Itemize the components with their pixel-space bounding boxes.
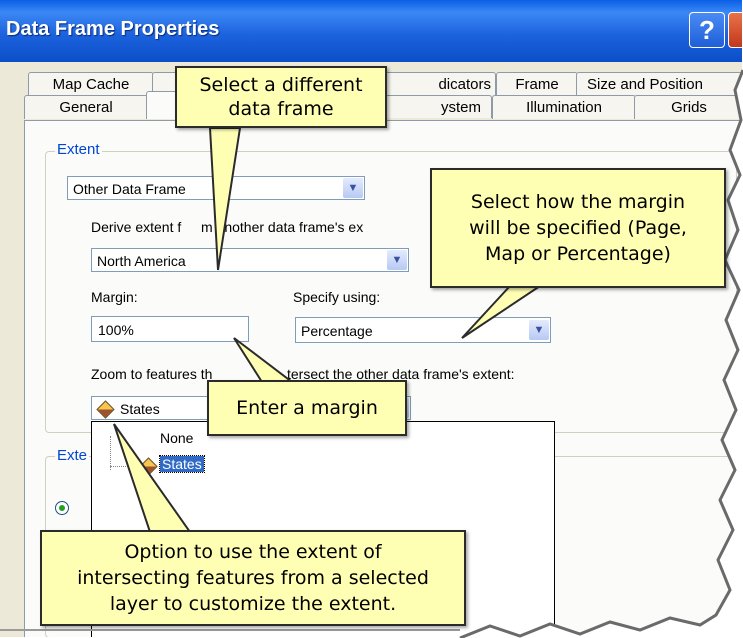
- tree-line: [110, 436, 112, 470]
- chevron-down-icon[interactable]: ▼: [343, 178, 363, 198]
- derive-extent-label-head: Derive extent f: [91, 219, 182, 235]
- layer-select-value: States: [120, 401, 160, 417]
- source-frame-select[interactable]: North America ▼: [91, 248, 409, 272]
- tab-general[interactable]: General: [24, 95, 148, 119]
- callout-margin-specification: Select how the margin will be specified …: [430, 168, 726, 288]
- specify-using-select[interactable]: Percentage ▼: [295, 317, 551, 343]
- tab-grids[interactable]: Grids: [634, 95, 742, 119]
- tab-frame[interactable]: Frame: [496, 72, 578, 96]
- specify-using-value: Percentage: [301, 323, 373, 339]
- callout-line: Option to use the extent of: [124, 541, 382, 563]
- window-title: Data Frame Properties: [6, 18, 220, 40]
- callout-select-data-frame: Select a different data frame: [175, 66, 387, 128]
- help-icon[interactable]: ?: [689, 12, 725, 48]
- extent-type-select[interactable]: Other Data Frame ▼: [67, 176, 365, 200]
- callout-line: Map or Percentage): [485, 243, 671, 265]
- derive-extent-label-tail: m another data frame's ex: [201, 219, 364, 235]
- extent-bounds-group-label: Exte: [55, 447, 90, 464]
- callout-line: Select a different: [199, 74, 363, 96]
- zoom-features-label-head: Zoom to features th: [91, 366, 213, 382]
- callout-line: intersecting features from a selected: [77, 567, 429, 589]
- title-bar: Data Frame Properties ?: [0, 0, 742, 62]
- callout-intersecting-features: Option to use the extent of intersecting…: [40, 530, 466, 626]
- margin-input[interactable]: 100%: [91, 316, 249, 342]
- tab-illumination[interactable]: Illumination: [492, 95, 636, 119]
- specify-using-label: Specify using:: [293, 289, 381, 305]
- callout-line: Select how the margin: [470, 191, 686, 213]
- tab-map-cache[interactable]: Map Cache: [28, 72, 154, 96]
- layer-diamond-icon: [139, 457, 158, 476]
- extent-group-label: Extent: [55, 141, 102, 158]
- list-item-none[interactable]: None: [160, 430, 193, 446]
- source-frame-value: North America: [97, 253, 186, 269]
- chevron-down-icon[interactable]: ▼: [387, 250, 407, 270]
- margin-label: Margin:: [91, 289, 138, 305]
- callout-line: layer to customize the extent.: [109, 593, 397, 615]
- callout-line: data frame: [228, 98, 334, 120]
- callout-line: will be specified (Page,: [469, 217, 687, 239]
- extent-option-radio[interactable]: [55, 501, 69, 515]
- layer-diamond-icon: [96, 400, 115, 419]
- tab-size-and-position[interactable]: Size and Position: [576, 72, 742, 95]
- chevron-down-icon[interactable]: ▼: [529, 320, 549, 340]
- close-icon[interactable]: [728, 12, 742, 48]
- tree-line: [110, 466, 140, 468]
- list-item-states[interactable]: States: [159, 455, 205, 473]
- extent-type-value: Other Data Frame: [73, 181, 186, 197]
- callout-enter-margin: Enter a margin: [207, 380, 407, 436]
